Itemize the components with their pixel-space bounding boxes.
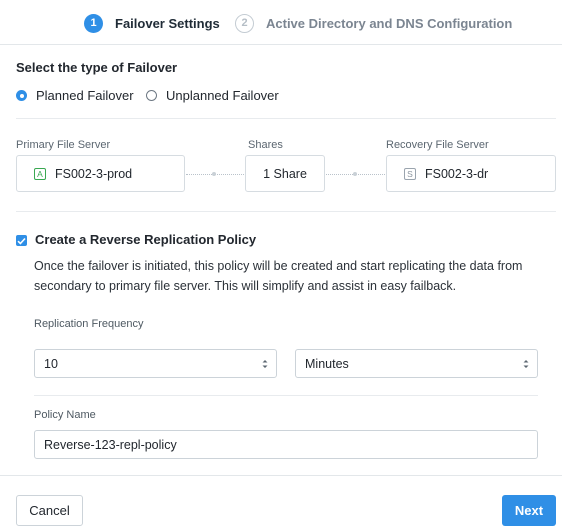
replication-frequency-label: Replication Frequency [34, 318, 144, 330]
failover-type-title: Select the type of Failover [16, 60, 178, 75]
shares-box: 1 Share [245, 155, 325, 192]
cancel-button[interactable]: Cancel [16, 495, 83, 526]
next-button[interactable]: Next [502, 495, 556, 526]
section-divider [16, 118, 556, 119]
recovery-file-server-label: Recovery File Server [386, 139, 489, 151]
primary-file-server-label: Primary File Server [16, 139, 111, 151]
policy-name-label: Policy Name [34, 409, 96, 421]
primary-server-name: FS002-3-prod [55, 166, 133, 181]
select-caret-icon [523, 360, 529, 368]
shares-count: 1 Share [263, 166, 307, 181]
radio-label-unplanned: Unplanned Failover [166, 88, 279, 103]
frequency-unit-select[interactable]: Minutes [295, 349, 538, 378]
step-number-2: 2 [235, 13, 254, 33]
shares-label: Shares [248, 139, 283, 151]
step-number-1: 1 [84, 13, 103, 33]
step-label-failover-settings: Failover Settings [115, 15, 220, 31]
section-divider [34, 395, 538, 396]
reverse-policy-description: Once the failover is initiated, this pol… [34, 259, 523, 293]
primary-file-server-box: A FS002-3-prod [16, 155, 185, 192]
connector-dot-left [212, 172, 216, 176]
wizard-step-2[interactable]: 2 Active Directory and DNS Configuration [235, 12, 512, 34]
reverse-policy-checkbox[interactable] [16, 235, 27, 246]
step-label-ad-dns-configuration: Active Directory and DNS Configuration [266, 15, 513, 31]
radio-button-unchecked[interactable] [146, 90, 157, 101]
section-divider [16, 211, 556, 212]
policy-name-input[interactable] [34, 430, 538, 459]
recovery-file-server-box: S FS002-3-dr [386, 155, 556, 192]
connector-dot-right [353, 172, 357, 176]
recovery-server-name: FS002-3-dr [425, 166, 489, 181]
radio-unplanned-failover[interactable]: Unplanned Failover [146, 88, 279, 103]
wizard-step-1[interactable]: 1 Failover Settings [84, 12, 220, 34]
active-server-icon: A [34, 167, 46, 180]
radio-planned-failover[interactable]: Planned Failover [16, 88, 134, 103]
frequency-value: 10 [44, 356, 58, 371]
standby-server-icon: S [404, 167, 416, 180]
radio-button-checked[interactable] [16, 90, 27, 101]
checkmark-icon [17, 237, 26, 245]
radio-label-planned: Planned Failover [36, 88, 134, 103]
header-divider [0, 44, 562, 45]
select-caret-icon [262, 360, 268, 368]
reverse-policy-label[interactable]: Create a Reverse Replication Policy [35, 232, 256, 247]
frequency-unit: Minutes [305, 356, 349, 371]
footer-divider [0, 475, 562, 476]
frequency-value-select[interactable]: 10 [34, 349, 277, 378]
